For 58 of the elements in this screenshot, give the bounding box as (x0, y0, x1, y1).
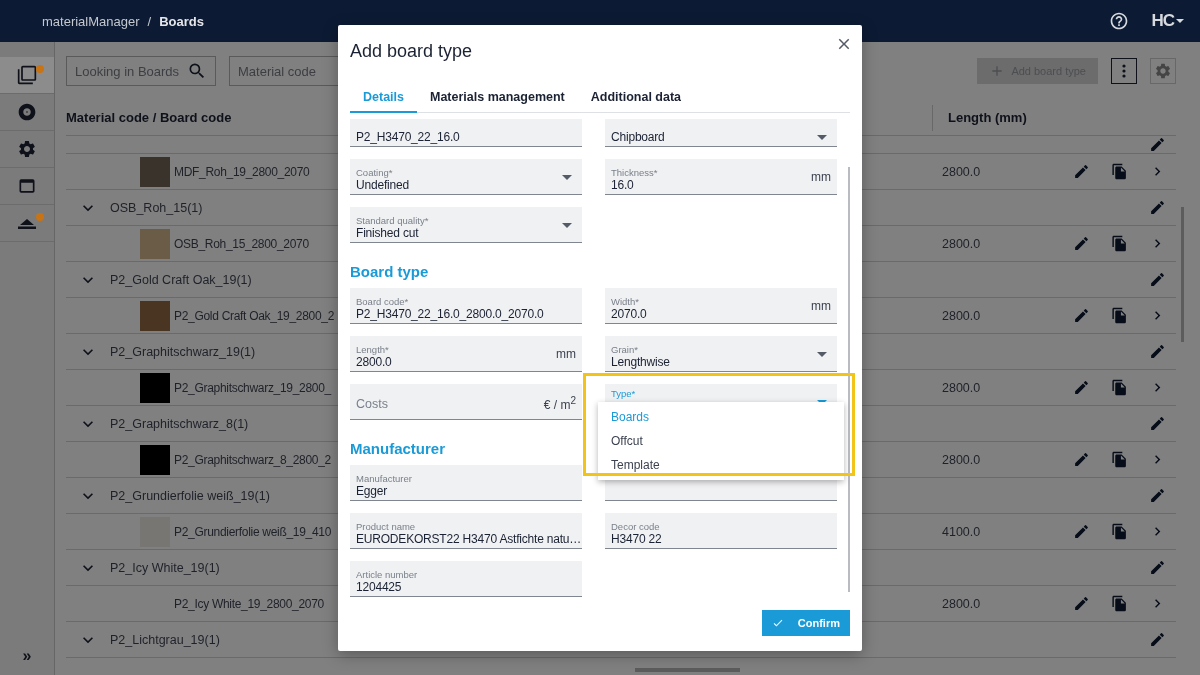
field-label: Type* (611, 388, 636, 399)
board-name: P2_Icy White_19_2800_2070 (174, 596, 324, 611)
board-name: P2_Grundierfolie weiß_19_410 (174, 524, 332, 539)
column-header: Material code / Board code (66, 108, 232, 127)
field-value: 2070.0 (611, 307, 647, 323)
length-cell-text: 2800.0 (941, 308, 981, 323)
field-label: Length* (356, 344, 389, 355)
unit-label: mm (811, 299, 831, 313)
group-name: P2_Graphitschwarz_8(1) (110, 416, 249, 431)
field-label: Width* (611, 296, 639, 307)
unit-label: mm (556, 347, 576, 361)
unit-label: € / m$^{2}$ (543, 395, 576, 412)
breadcrumb-separator: / (147, 13, 152, 29)
field-value: 16.0 (611, 178, 634, 194)
section-heading: Manufacturer (350, 440, 446, 457)
board-name: P2_Graphitschwarz_8_2800_2 (174, 452, 331, 467)
board-name: OSB_Roh_15_2800_2070 (174, 236, 309, 251)
field-label: Board code* (356, 296, 409, 307)
field-label: Decor code (611, 521, 660, 532)
board-name: P2_Graphitschwarz_19_2800_ (174, 380, 331, 395)
page-title: Boards (159, 13, 204, 29)
field-label: Product name (356, 521, 416, 532)
field-value: Egger (356, 484, 388, 500)
group-name: P2_Grundierfolie weiß_19(1) (110, 488, 270, 503)
field-value: Chipboard (611, 130, 665, 146)
group-name: OSB_Roh_15(1) (110, 200, 203, 215)
field-label: Grain* (611, 344, 638, 355)
length-cell-text: 4100.0 (941, 524, 981, 539)
field-label: Coating* (356, 167, 393, 178)
unit-label: mm (811, 170, 831, 184)
field-value: Undefined (356, 178, 409, 194)
field-value: H3470 22 (611, 532, 662, 548)
field-value: EURODEKORST22 H3470 Astfichte natu… (356, 532, 582, 548)
group-name: P2_Lichtgrau_19(1) (110, 632, 220, 647)
length-cell-text: 2800.0 (941, 164, 981, 179)
field-value: 2800.0 (356, 355, 392, 371)
length-cell-text: 2800.0 (941, 236, 981, 251)
length-cell-text: 2800.0 (941, 596, 981, 611)
length-cell-text: 2800.0 (941, 380, 981, 395)
length-cell-text: 2800.0 (941, 452, 981, 467)
board-name: P2_Gold Craft Oak_19_2800_2 (174, 308, 335, 323)
field-label: Standard quality* (356, 215, 429, 226)
group-name: P2_Gold Craft Oak_19(1) (110, 272, 252, 287)
field-value: Lengthwise (611, 355, 670, 371)
section-heading: Board type (350, 263, 429, 280)
field-label: Thickness* (611, 167, 658, 178)
field-value: 1204425 (356, 580, 402, 596)
field-label: Article number (356, 569, 418, 580)
group-name: P2_Graphitschwarz_19(1) (110, 344, 256, 359)
field-value: P2_H3470_22_16.0_2800.0_2070.0 (356, 307, 544, 323)
group-name: P2_Icy White_19(1) (110, 560, 220, 575)
column-header: Length (mm) (932, 104, 1027, 131)
dialog-title: Add board type (350, 41, 473, 62)
board-name: MDF_Roh_19_2800_2070 (174, 164, 310, 179)
field-label: Manufacturer (356, 473, 412, 484)
field-value: Finished cut (356, 226, 419, 242)
field-value: P2_H3470_22_16.0 (356, 130, 460, 146)
field-placeholder: Costs (356, 397, 388, 413)
